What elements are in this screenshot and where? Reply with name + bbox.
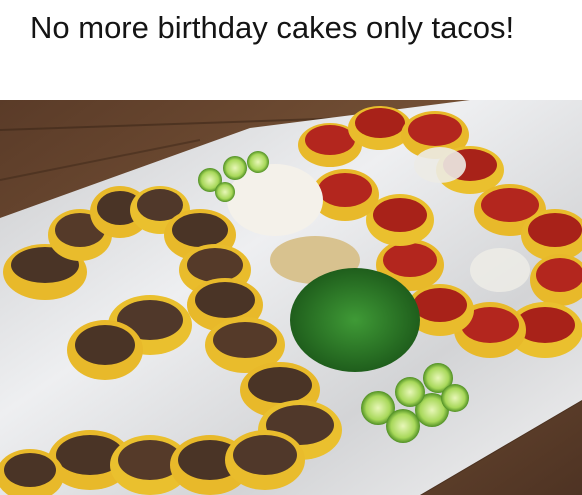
chopped-cilantro-mound <box>290 268 420 372</box>
post-caption: No more birthday cakes only tacos! <box>30 10 515 45</box>
post-caption-area: No more birthday cakes only tacos! <box>0 0 582 100</box>
post-photo <box>0 100 582 495</box>
taco-platter-image <box>0 100 582 495</box>
